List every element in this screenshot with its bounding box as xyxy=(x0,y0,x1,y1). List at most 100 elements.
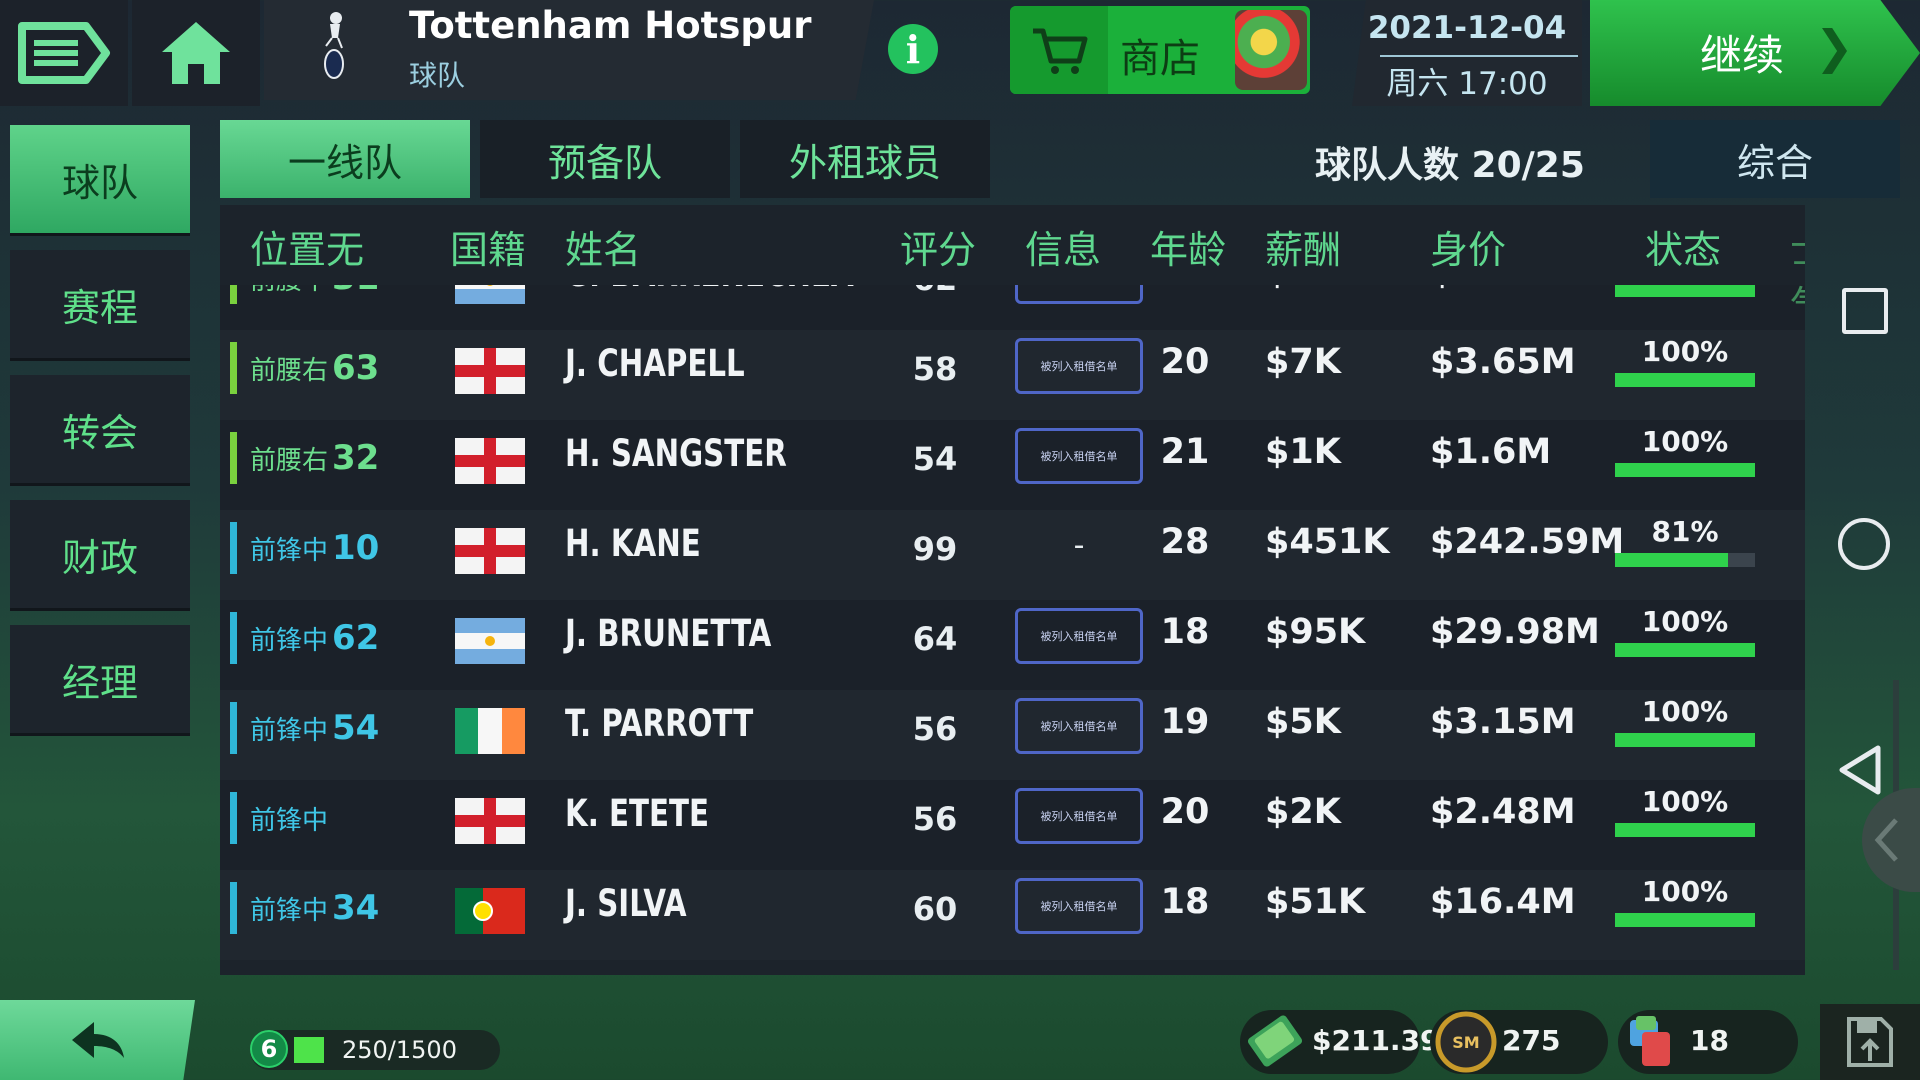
argentina-flag-icon xyxy=(455,618,525,664)
manager-level: 6 250/1500 xyxy=(250,1030,500,1070)
column-header-name[interactable]: 姓名 xyxy=(565,219,641,274)
tab-loaned-players[interactable]: 外租球员 xyxy=(740,120,990,198)
ireland-flag-icon xyxy=(455,708,525,754)
home-circle-icon[interactable] xyxy=(1838,518,1890,570)
tab-reserves[interactable]: 预备队 xyxy=(480,120,730,198)
current-date: 2021-12-04 xyxy=(1367,10,1567,46)
sidebar-item-label: 赛程 xyxy=(61,285,138,330)
player-name[interactable]: J. CHAPELL xyxy=(565,342,745,385)
column-header-age[interactable]: 年龄 xyxy=(1150,219,1226,274)
column-header-morale[interactable]: 士气 xyxy=(1790,219,1805,329)
loan-listed-badge[interactable]: 被列入租借名单 xyxy=(1015,878,1143,934)
table-row[interactable]: 前锋中 54 T. PARROTT 56 被列入租借名单 19 $5K $3.15… xyxy=(220,690,1805,780)
condition-bar-fill xyxy=(1615,553,1729,567)
player-name[interactable]: T. PARROTT xyxy=(565,702,753,745)
tab-first-team[interactable]: 一线队 xyxy=(220,120,470,198)
column-header-position[interactable]: 位置无 xyxy=(250,219,364,274)
sidebar-item-label: 经理 xyxy=(61,660,138,705)
player-age: 20 xyxy=(1160,342,1210,382)
player-name[interactable]: J. SILVA xyxy=(565,882,687,925)
condition-bar-fill xyxy=(1615,283,1755,297)
condition-text: 81% xyxy=(1651,515,1719,548)
column-header-rating[interactable]: 评分 xyxy=(900,219,976,274)
column-header-value[interactable]: 身价 xyxy=(1430,219,1506,274)
player-name[interactable]: K. ETETE xyxy=(565,792,709,835)
menu-button[interactable] xyxy=(0,0,128,106)
sidebar-item-finance[interactable]: 财政 xyxy=(10,500,190,608)
info-button[interactable]: i xyxy=(888,24,938,74)
player-name[interactable]: H. SANGSTER xyxy=(565,432,787,475)
shirt-number: 32 xyxy=(332,438,380,478)
continue-button[interactable]: 继续 ❯ xyxy=(1590,0,1920,106)
loan-listed-label: 被列入租借名单 xyxy=(1040,360,1118,373)
loan-listed-label: 被列入租借名单 xyxy=(1040,450,1118,463)
token-balance[interactable]: 18 xyxy=(1618,1010,1798,1074)
menu-icon xyxy=(18,22,110,84)
tab-label: 外租球员 xyxy=(788,140,941,185)
xp-text: 250/1500 xyxy=(342,1036,457,1064)
back-arrow-icon xyxy=(71,1022,124,1058)
sidebar-item-manager[interactable]: 经理 xyxy=(10,625,190,733)
player-age: 19 xyxy=(1160,702,1210,742)
column-header-nation[interactable]: 国籍 xyxy=(450,219,526,274)
table-row[interactable]: 前锋中 34 J. SILVA 60 被列入租借名单 18 $51K $16.4M… xyxy=(220,870,1805,960)
shop-goods-icon xyxy=(1235,10,1307,90)
condition-bar-fill xyxy=(1615,823,1755,837)
token-stack-icon xyxy=(1630,1016,1670,1066)
player-position: 前锋中 xyxy=(250,798,332,838)
table-row[interactable]: 前腰右 32 H. SANGSTER 54 被列入租借名单 21 $1K $1.6… xyxy=(220,420,1805,510)
level-badge: 6 xyxy=(250,1030,288,1068)
player-wage: $1K xyxy=(1265,432,1341,472)
table-row[interactable]: 前锋中 62 J. BRUNETTA 64 被列入租借名单 18 $95K $29… xyxy=(220,600,1805,690)
condition-text: 100% xyxy=(1641,335,1729,368)
coin-balance[interactable]: SM 275 xyxy=(1430,1010,1608,1074)
player-name[interactable]: J. BRUNETTA xyxy=(565,612,771,655)
table-row[interactable]: 前腰右 63 J. CHAPELL 58 被列入租借名单 20 $7K $3.65… xyxy=(220,330,1805,420)
condition-bar-fill xyxy=(1615,373,1755,387)
save-button[interactable] xyxy=(1820,1004,1920,1080)
loan-listed-badge[interactable]: 被列入租借名单 xyxy=(1015,428,1143,484)
position-label: 前锋中 xyxy=(250,806,329,836)
overall-view-button[interactable]: 综合 xyxy=(1650,120,1900,198)
loan-listed-badge[interactable]: 被列入租借名单 xyxy=(1015,608,1143,664)
column-header-info[interactable]: 信息 xyxy=(1025,219,1101,274)
condition-bar xyxy=(1615,373,1755,387)
player-wage: $51K xyxy=(1265,882,1366,922)
shop-button[interactable]: 商店 xyxy=(1010,6,1310,94)
loan-listed-badge[interactable]: 被列入租借名单 xyxy=(1015,338,1143,394)
loan-listed-label: 被列入租借名单 xyxy=(1040,810,1118,823)
column-header-wage[interactable]: 薪酬 xyxy=(1265,219,1341,274)
date-divider xyxy=(1380,55,1578,57)
column-header-condition[interactable]: 状态 xyxy=(1645,219,1721,274)
condition-bar xyxy=(1615,823,1755,837)
side-panel-handle[interactable] xyxy=(1862,788,1920,892)
player-value: $1.6M xyxy=(1430,432,1552,472)
player-age: 18 xyxy=(1160,882,1210,922)
sidebar-item-squad[interactable]: 球队 xyxy=(10,125,190,233)
sidebar-item-transfers[interactable]: 转会 xyxy=(10,375,190,483)
condition-text: 100% xyxy=(1641,875,1729,908)
home-button[interactable] xyxy=(132,0,260,106)
player-wage: $7K xyxy=(1265,342,1341,382)
player-position: 前锋中 62 xyxy=(250,618,379,658)
player-name[interactable]: H. KANE xyxy=(565,522,701,565)
tab-label: 一线队 xyxy=(287,140,402,185)
position-label: 前腰右 xyxy=(250,356,329,386)
player-info-empty: - xyxy=(1073,528,1085,563)
table-row[interactable]: 前锋中 10 H. KANE 99 - 28 $451K $242.59M 81% xyxy=(220,510,1805,600)
loan-listed-badge[interactable]: 被列入租借名单 xyxy=(1015,698,1143,754)
table-row[interactable]: 前锋中 K. ETETE 56 被列入租借名单 20 $2K $2.48M 10… xyxy=(220,780,1805,870)
chevron-left-icon xyxy=(1874,818,1898,862)
position-group-bar xyxy=(230,432,237,484)
player-position: 前锋中 10 xyxy=(250,528,379,568)
back-button[interactable] xyxy=(0,1000,195,1080)
sidebar-item-fixtures[interactable]: 赛程 xyxy=(10,250,190,358)
recent-apps-icon[interactable] xyxy=(1842,288,1888,334)
cash-balance[interactable]: $211.39M xyxy=(1240,1010,1467,1074)
position-label: 前锋中 xyxy=(250,716,329,746)
loan-listed-badge[interactable]: 被列入租借名单 xyxy=(1015,788,1143,844)
player-value: $16.4M xyxy=(1430,882,1576,922)
cart-icon xyxy=(1010,6,1108,94)
sidebar-item-label: 财政 xyxy=(61,535,138,580)
svg-text:SM: SM xyxy=(1452,1033,1479,1052)
